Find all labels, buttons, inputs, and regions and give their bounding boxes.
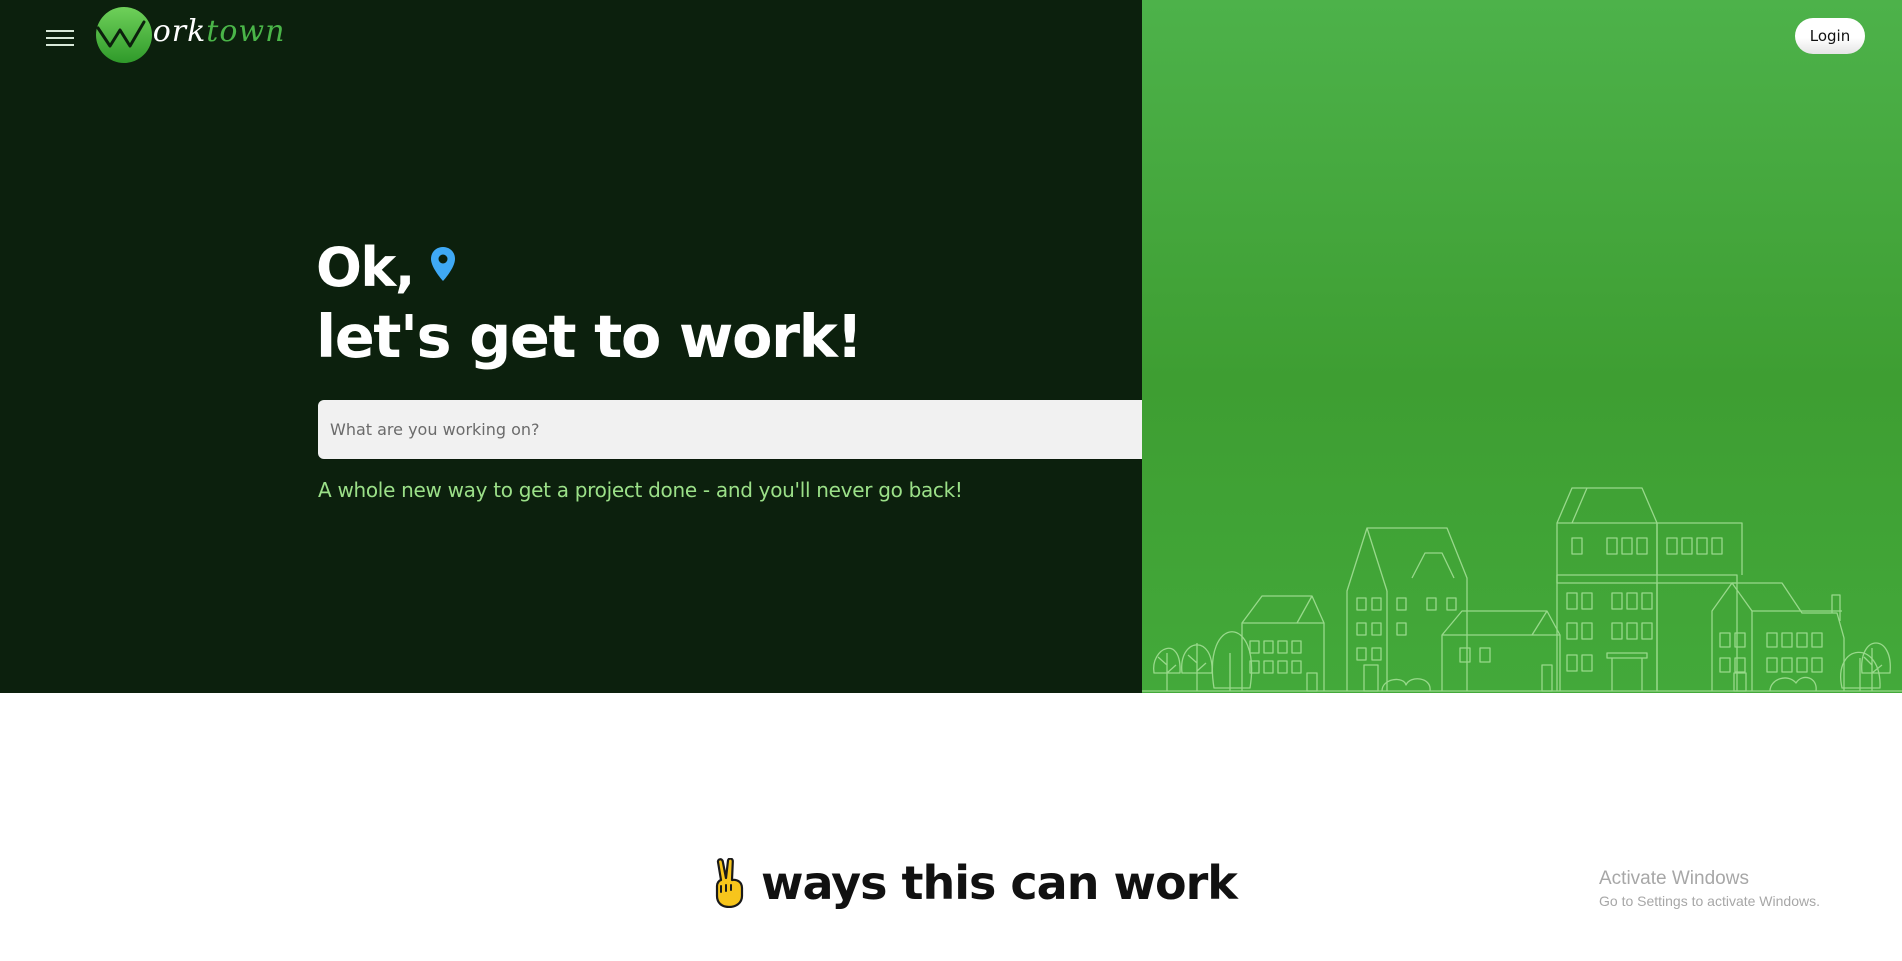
project-search-input[interactable] [318, 400, 1258, 459]
hero-section: worktown Ok, let's get to work! A whole … [0, 0, 1902, 693]
login-button[interactable]: Login [1795, 18, 1865, 54]
headline-line-2: let's get to work! [316, 302, 863, 371]
hero-green-panel [1142, 0, 1902, 693]
town-buildings-illustration [1142, 487, 1902, 692]
watermark-line-2: Go to Settings to activate Windows. [1599, 893, 1820, 909]
hero-headline: Ok, let's get to work! [316, 234, 863, 372]
logo-letter-w: w [126, 14, 153, 49]
logo-text-ork: ork [152, 14, 207, 49]
watermark-line-1: Activate Windows [1599, 868, 1749, 889]
section-heading: ways this can work [711, 853, 1238, 913]
hero-tagline: A whole new way to get a project done - … [318, 478, 963, 502]
worktown-logo[interactable]: worktown [96, 6, 284, 66]
hamburger-menu-icon[interactable] [46, 26, 74, 48]
headline-line-1: Ok, [316, 236, 415, 299]
victory-hand-icon [715, 858, 744, 908]
section-title-text: ways this can work [761, 856, 1238, 910]
windows-activation-watermark: Activate Windows Go to Settings to activ… [1599, 867, 1820, 911]
hero-dark-panel: worktown Ok, let's get to work! A whole … [0, 0, 1318, 693]
map-pin-icon [430, 247, 455, 281]
logo-wordmark: worktown [126, 14, 285, 49]
logo-text-town: town [206, 14, 286, 49]
